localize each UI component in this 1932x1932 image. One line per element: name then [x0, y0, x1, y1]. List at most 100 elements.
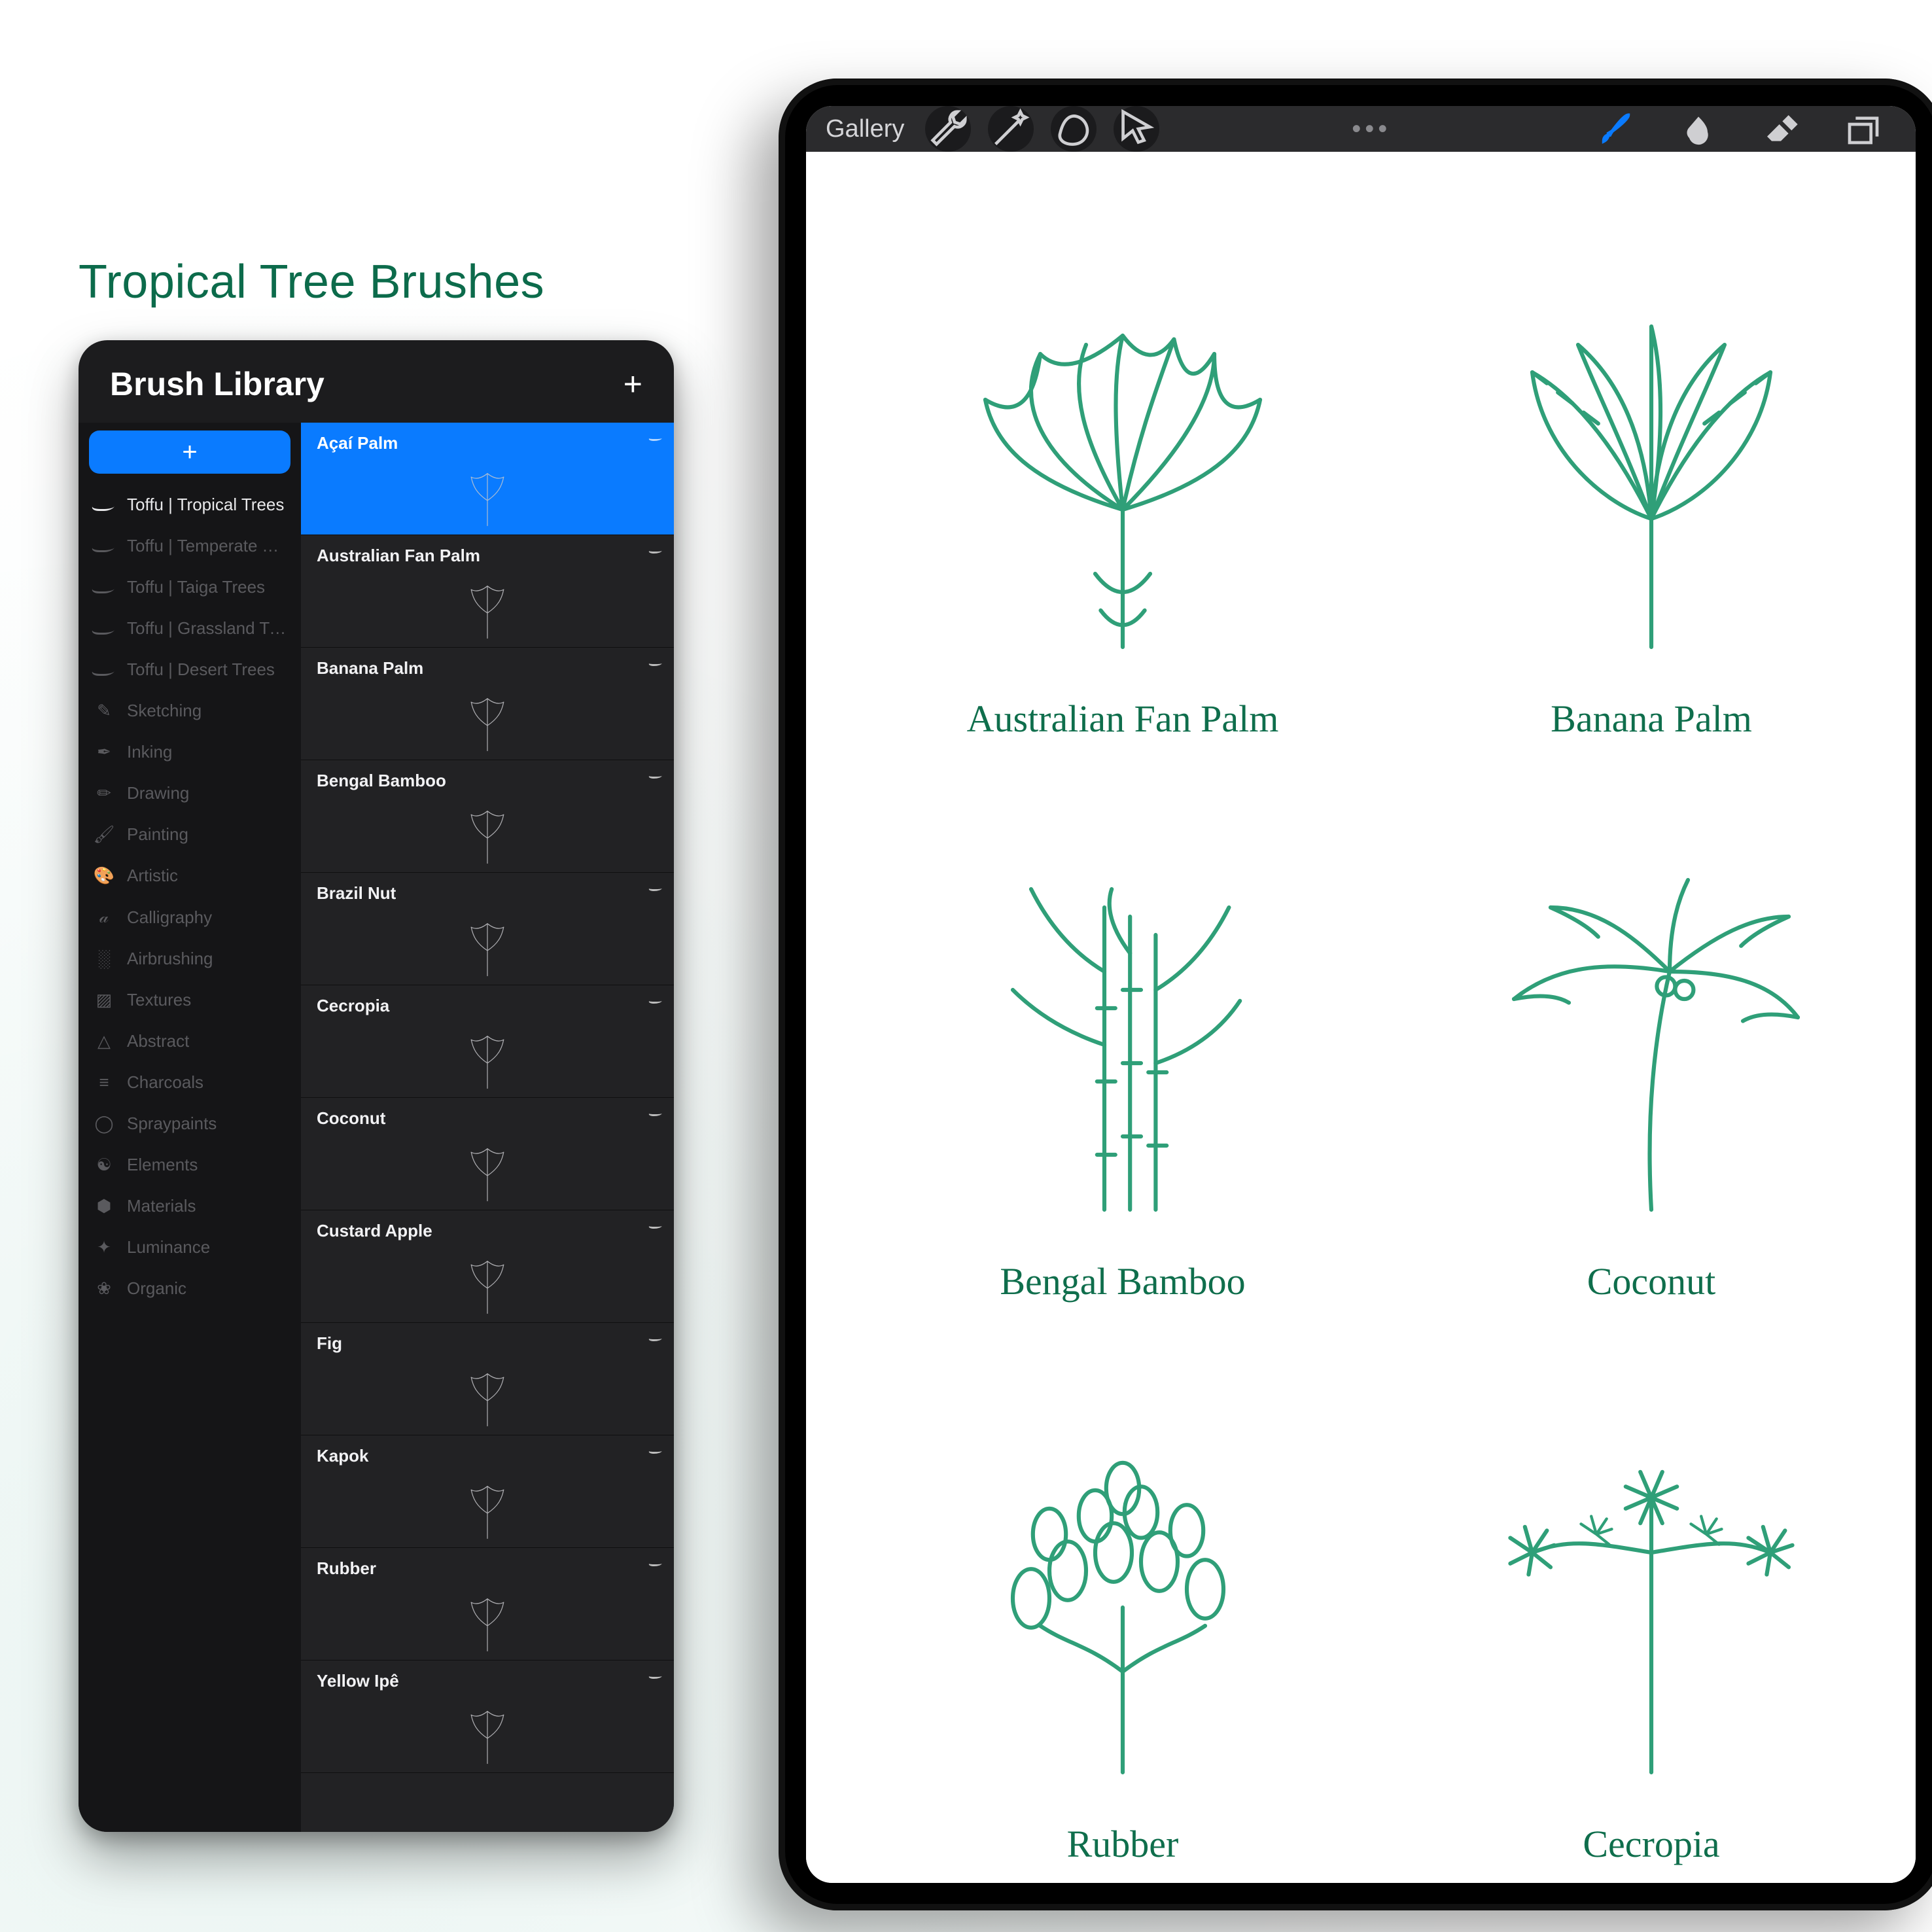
brush-item-10[interactable]: Rubber	[301, 1548, 674, 1660]
wand-icon[interactable]	[988, 106, 1034, 152]
brush-library-body: + Toffu | Tropical TreesToffu | Temperat…	[79, 423, 674, 1832]
brush-category-3[interactable]: Toffu | Grassland Trees	[79, 608, 301, 649]
brush-thumbnail	[422, 1245, 553, 1317]
brush-thumbnail	[422, 1470, 553, 1542]
brush-thumbnail	[422, 570, 553, 642]
brush-category-5[interactable]: ✎Sketching	[79, 690, 301, 731]
category-label: Toffu | Grassland Trees	[127, 618, 287, 639]
brush-thumbnail	[422, 1583, 553, 1655]
wrench-icon[interactable]	[925, 106, 971, 152]
brush-item-7[interactable]: Custard Apple	[301, 1210, 674, 1323]
plant-caption: Cecropia	[1583, 1822, 1719, 1866]
plant-caption: Rubber	[1067, 1822, 1179, 1866]
more-icon[interactable]: •••	[1352, 114, 1391, 144]
brush-category-11[interactable]: ░ Airbrushing	[79, 938, 301, 979]
brush-item-name: Yellow Ipê	[317, 1671, 658, 1691]
eraser-tool-icon[interactable]	[1748, 111, 1814, 147]
brush-item-name: Kapok	[317, 1446, 658, 1466]
brush-library-title: Brush Library	[110, 365, 325, 403]
brush-category-10[interactable]: 𝒶Calligraphy	[79, 896, 301, 938]
brush-item-6[interactable]: Coconut	[301, 1098, 674, 1210]
brush-category-9[interactable]: 🎨Artistic	[79, 855, 301, 896]
brush-item-5[interactable]: Cecropia	[301, 985, 674, 1098]
plant-grid: Australian Fan PalmBanana PalmBengal Bam…	[898, 204, 1876, 1866]
category-icon: ✏	[93, 783, 115, 803]
category-label: Abstract	[127, 1031, 189, 1051]
smudge-tool-icon[interactable]	[1666, 111, 1731, 147]
brush-thumbnail	[422, 457, 553, 529]
brush-category-19[interactable]: ❀Organic	[79, 1268, 301, 1309]
brush-category-16[interactable]: ☯Elements	[79, 1144, 301, 1186]
brush-category-13[interactable]: △ Abstract	[79, 1021, 301, 1062]
brush-item-8[interactable]: Fig	[301, 1323, 674, 1435]
brush-category-6[interactable]: ✒Inking	[79, 731, 301, 773]
brush-item-0[interactable]: Açaí Palm	[301, 423, 674, 535]
plant-illustration	[940, 849, 1306, 1241]
brush-item-4[interactable]: Brazil Nut	[301, 873, 674, 985]
category-icon: △	[93, 1031, 115, 1051]
category-icon: ☯	[93, 1155, 115, 1175]
category-label: Spraypaints	[127, 1114, 217, 1134]
cursor-icon[interactable]	[1114, 106, 1159, 152]
category-label: Sketching	[127, 701, 202, 721]
brush-item-2[interactable]: Banana Palm	[301, 648, 674, 760]
category-icon: ▨	[93, 990, 115, 1010]
plant-illustration	[940, 1411, 1306, 1804]
brush-thumbnail	[422, 907, 553, 979]
brush-category-18[interactable]: ✦Luminance	[79, 1227, 301, 1268]
plant-caption: Banana Palm	[1551, 697, 1752, 741]
brush-item-name: Australian Fan Palm	[317, 546, 658, 566]
brush-item-name: Brazil Nut	[317, 883, 658, 904]
brush-item-name: Cecropia	[317, 996, 658, 1016]
brush-category-2[interactable]: Toffu | Taiga Trees	[79, 567, 301, 608]
brush-stroke-icon	[648, 1111, 664, 1116]
brush-category-0[interactable]: Toffu | Tropical Trees	[79, 484, 301, 525]
new-brush-set-button[interactable]: +	[89, 430, 290, 474]
brush-category-12[interactable]: ▨Textures	[79, 979, 301, 1021]
brush-item-name: Açaí Palm	[317, 433, 658, 453]
category-label: Luminance	[127, 1237, 210, 1257]
category-label: Painting	[127, 824, 188, 845]
brush-thumbnail	[422, 795, 553, 867]
brush-item-name: Custard Apple	[317, 1221, 658, 1241]
brush-set-icon	[90, 540, 118, 552]
category-icon: 🖌	[93, 824, 115, 845]
brush-stroke-icon	[648, 1561, 664, 1566]
gallery-button[interactable]: Gallery	[826, 115, 904, 143]
brush-category-14[interactable]: ≡Charcoals	[79, 1062, 301, 1103]
add-brush-button[interactable]: +	[624, 368, 642, 400]
brush-thumbnail	[422, 1358, 553, 1430]
brush-item-name: Coconut	[317, 1108, 658, 1129]
brush-category-15[interactable]: ◯Spraypaints	[79, 1103, 301, 1144]
brush-item-name: Bengal Bamboo	[317, 771, 658, 791]
brush-list: Açaí Palm Australian Fan Palm Banana Palm B…	[301, 423, 674, 1832]
brush-item-9[interactable]: Kapok	[301, 1435, 674, 1548]
canvas[interactable]: Australian Fan PalmBanana PalmBengal Bam…	[806, 152, 1916, 1883]
brush-category-8[interactable]: 🖌 Painting	[79, 814, 301, 855]
brush-tool-icon[interactable]	[1583, 111, 1649, 147]
brush-thumbnail	[422, 1695, 553, 1767]
category-icon: ≡	[93, 1072, 115, 1093]
brush-category-4[interactable]: Toffu | Desert Trees	[79, 649, 301, 690]
brush-library-panel: Brush Library + + Toffu | Tropical Trees…	[79, 340, 674, 1832]
brush-item-name: Rubber	[317, 1558, 658, 1579]
brush-item-11[interactable]: Yellow Ipê	[301, 1660, 674, 1773]
category-label: Calligraphy	[127, 907, 212, 928]
brush-set-icon	[90, 623, 118, 635]
category-icon: ░	[93, 949, 115, 969]
category-label: Drawing	[127, 783, 189, 803]
category-label: Airbrushing	[127, 949, 213, 969]
layers-icon[interactable]	[1831, 111, 1896, 147]
brush-category-17[interactable]: ⬢Materials	[79, 1186, 301, 1227]
brush-set-icon	[90, 664, 118, 676]
brush-category-7[interactable]: ✏ Drawing	[79, 773, 301, 814]
brush-category-1[interactable]: Toffu | Temperate Tre…	[79, 525, 301, 567]
brush-item-3[interactable]: Bengal Bamboo	[301, 760, 674, 873]
category-label: Materials	[127, 1196, 196, 1216]
canvas-plant-1: Banana Palm	[1426, 204, 1876, 741]
brush-item-1[interactable]: Australian Fan Palm	[301, 535, 674, 648]
canvas-plant-2: Bengal Bamboo	[898, 767, 1348, 1303]
plant-illustration	[1468, 849, 1835, 1241]
selection-icon[interactable]	[1051, 106, 1097, 152]
brush-stroke-icon	[648, 998, 664, 1004]
